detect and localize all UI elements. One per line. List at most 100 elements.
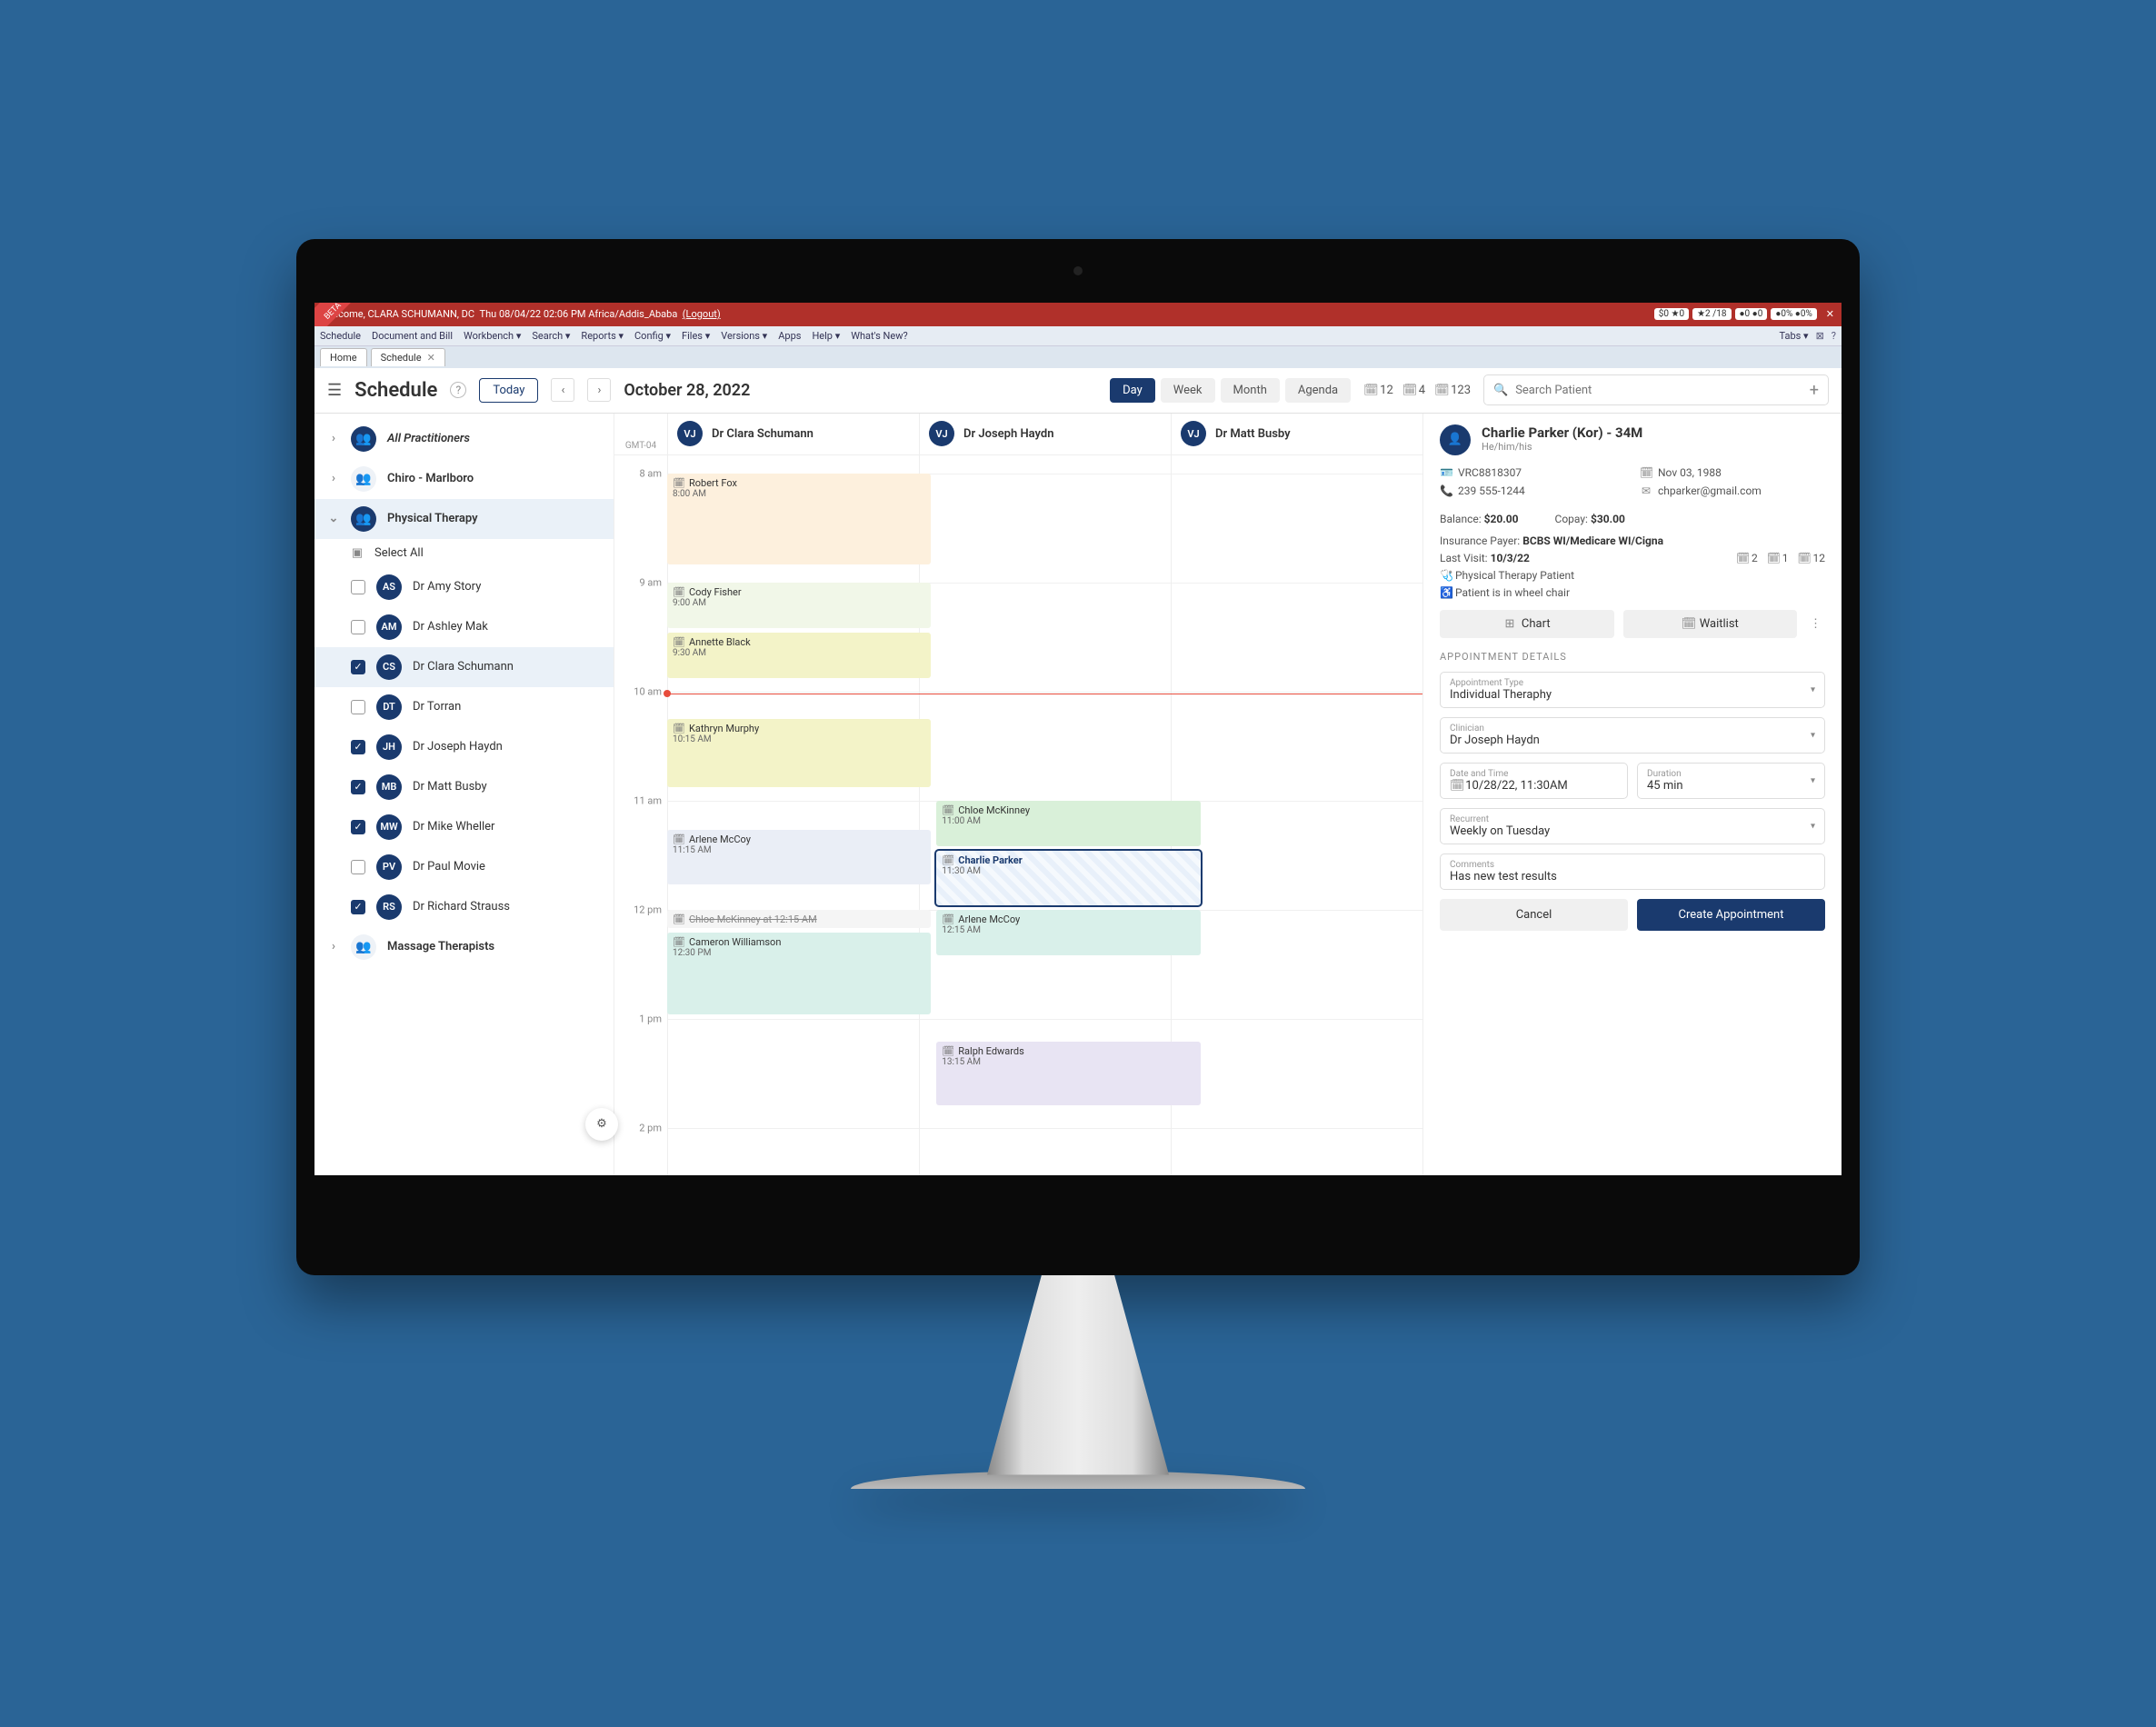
menu-files[interactable]: Files ▾ bbox=[682, 330, 710, 342]
practitioner-row[interactable]: AM Dr Ashley Mak bbox=[314, 607, 614, 647]
calendar-icon: 🗓 bbox=[1736, 552, 1749, 564]
appointment-time: 10:15 AM bbox=[673, 734, 925, 744]
practitioner-row[interactable]: DT Dr Torran bbox=[314, 687, 614, 727]
menubar: Schedule Document and Bill Workbench ▾ S… bbox=[314, 326, 1842, 346]
help-icon[interactable]: ? bbox=[450, 382, 466, 398]
sidebar-all-practitioners[interactable]: › 👥 All Practitioners bbox=[314, 419, 614, 459]
add-patient-icon[interactable]: + bbox=[1810, 381, 1819, 400]
practitioner-row[interactable]: PV Dr Paul Movie bbox=[314, 847, 614, 887]
search-input[interactable] bbox=[1515, 384, 1802, 397]
appointment-time: 9:30 AM bbox=[673, 648, 925, 658]
menu-workbench[interactable]: Workbench ▾ bbox=[464, 330, 521, 342]
menu-document-bill[interactable]: Document and Bill bbox=[372, 330, 453, 342]
chevron-down-icon: ▾ bbox=[1811, 730, 1815, 740]
appointment-block[interactable]: 🗓Chloe McKinney at 12:15 AM bbox=[667, 910, 931, 928]
checkbox[interactable] bbox=[351, 620, 365, 634]
appointment-time: 8:00 AM bbox=[673, 489, 925, 499]
view-month-button[interactable]: Month bbox=[1221, 378, 1280, 403]
datetime-field[interactable]: Date and Time 🗓 10/28/22, 11:30AM bbox=[1440, 763, 1628, 799]
appointment-block[interactable]: 🗓Chloe McKinney11:00 AM bbox=[936, 801, 1200, 846]
view-week-button[interactable]: Week bbox=[1161, 378, 1215, 403]
field-value: Dr Joseph Haydn bbox=[1450, 734, 1815, 747]
avatar: CS bbox=[376, 654, 402, 680]
appointment-block[interactable]: 🗓Robert Fox8:00 AM bbox=[667, 474, 931, 564]
view-day-button[interactable]: Day bbox=[1110, 378, 1155, 403]
menu-reports[interactable]: Reports ▾ bbox=[581, 330, 624, 342]
checkbox[interactable]: ✓ bbox=[351, 740, 365, 754]
banner-close-icon[interactable]: ✕ bbox=[1826, 308, 1834, 320]
avatar: VJ bbox=[677, 421, 703, 446]
today-button[interactable]: Today bbox=[479, 378, 538, 403]
menubar-help-icon[interactable]: ? bbox=[1832, 330, 1836, 342]
appointment-time: 11:30 AM bbox=[942, 866, 1194, 876]
menu-apps[interactable]: Apps bbox=[778, 330, 801, 342]
appointment-block[interactable]: 🗓Annette Black9:30 AM bbox=[667, 633, 931, 678]
calendar-icon: 🗓 bbox=[1767, 552, 1780, 564]
checkbox[interactable] bbox=[351, 700, 365, 714]
hamburger-icon[interactable]: ☰ bbox=[327, 381, 342, 400]
chart-button-label: Chart bbox=[1522, 617, 1551, 631]
menu-schedule[interactable]: Schedule bbox=[320, 330, 361, 342]
appointment-block[interactable]: 🗓Kathryn Murphy10:15 AM bbox=[667, 719, 931, 787]
comments-field[interactable]: Comments Has new test results bbox=[1440, 854, 1825, 890]
more-menu-button[interactable]: ⋮ bbox=[1806, 610, 1825, 638]
menu-tabs[interactable]: Tabs ▾ bbox=[1780, 330, 1809, 342]
tab-schedule[interactable]: Schedule ✕ bbox=[371, 348, 445, 366]
checkbox[interactable] bbox=[351, 580, 365, 594]
calendar-icon: 🗓 bbox=[673, 936, 685, 948]
practitioner-row[interactable]: ✓ MW Dr Mike Wheller bbox=[314, 807, 614, 847]
menu-search[interactable]: Search ▾ bbox=[532, 330, 570, 342]
appointment-type-field[interactable]: Appointment Type Individual Theraphy ▾ bbox=[1440, 672, 1825, 708]
practitioner-row[interactable]: ✓ CS Dr Clara Schumann bbox=[314, 647, 614, 687]
checkbox[interactable]: ✓ bbox=[351, 780, 365, 794]
waitlist-button[interactable]: 🗓Waitlist bbox=[1623, 610, 1798, 638]
select-all-row[interactable]: ▣ Select All bbox=[314, 539, 614, 567]
duration-field[interactable]: Duration 45 min ▾ bbox=[1637, 763, 1825, 799]
menu-config[interactable]: Config ▾ bbox=[634, 330, 671, 342]
cancel-button[interactable]: Cancel bbox=[1440, 899, 1628, 931]
tab-home[interactable]: Home bbox=[320, 348, 367, 366]
menu-whatsnew[interactable]: What's New? bbox=[851, 330, 907, 342]
menu-help[interactable]: Help ▾ bbox=[812, 330, 840, 342]
sidebar-chiro[interactable]: › 👥 Chiro - Marlboro bbox=[314, 459, 614, 499]
chart-button[interactable]: ⊞Chart bbox=[1440, 610, 1614, 638]
checkbox[interactable]: ✓ bbox=[351, 820, 365, 834]
checkbox[interactable] bbox=[351, 860, 365, 874]
select-all-label: Select All bbox=[374, 546, 424, 560]
clinician-field[interactable]: Clinician Dr Joseph Haydn ▾ bbox=[1440, 717, 1825, 754]
column-name-1: Dr Joseph Haydn bbox=[963, 427, 1054, 441]
practitioner-row[interactable]: AS Dr Amy Story bbox=[314, 567, 614, 607]
practitioner-row[interactable]: ✓ JH Dr Joseph Haydn bbox=[314, 727, 614, 767]
recurrent-field[interactable]: Recurrent Weekly on Tuesday ▾ bbox=[1440, 808, 1825, 844]
logout-link[interactable]: (Logout) bbox=[683, 308, 721, 320]
view-agenda-button[interactable]: Agenda bbox=[1285, 378, 1351, 403]
visits-a: 2 bbox=[1752, 552, 1758, 564]
appointment-block[interactable]: 🗓Arlene McCoy12:15 AM bbox=[936, 910, 1200, 955]
appointment-block[interactable]: 🗓Arlene McCoy11:15 AM bbox=[667, 830, 931, 884]
sidebar-massage[interactable]: › 👥 Massage Therapists bbox=[314, 927, 614, 967]
practitioner-row[interactable]: ✓ RS Dr Richard Strauss bbox=[314, 887, 614, 927]
menubar-close-icon[interactable]: ⊠ bbox=[1816, 330, 1824, 342]
appointment-block[interactable]: 🗓Cody Fisher9:00 AM bbox=[667, 583, 931, 628]
practitioner-row[interactable]: ✓ MB Dr Matt Busby bbox=[314, 767, 614, 807]
patient-search[interactable]: 🔍 + bbox=[1483, 374, 1829, 405]
sidebar-physical-therapy[interactable]: ⌄ 👥 Physical Therapy bbox=[314, 499, 614, 539]
tab-close-icon[interactable]: ✕ bbox=[427, 352, 435, 364]
appointment-block[interactable]: 🗓Cameron Williamson12:30 PM bbox=[667, 933, 931, 1014]
appointment-name: Charlie Parker bbox=[958, 854, 1022, 866]
checkbox[interactable]: ✓ bbox=[351, 660, 365, 674]
next-day-button[interactable]: › bbox=[587, 378, 611, 402]
prev-day-button[interactable]: ‹ bbox=[551, 378, 574, 402]
payer-value: BCBS WI/Medicare WI/Cigna bbox=[1522, 534, 1663, 547]
settings-gear-button[interactable]: ⚙ bbox=[585, 1108, 614, 1141]
appointment-block[interactable]: 🗓Charlie Parker11:30 AM bbox=[936, 851, 1200, 905]
checkbox[interactable]: ✓ bbox=[351, 900, 365, 914]
menu-versions[interactable]: Versions ▾ bbox=[721, 330, 767, 342]
calendar-icon: 🗓 bbox=[1450, 779, 1462, 793]
avatar: JH bbox=[376, 734, 402, 760]
column-head-0: VJ Dr Clara Schumann bbox=[667, 414, 919, 454]
create-appointment-button[interactable]: Create Appointment bbox=[1637, 899, 1825, 931]
appointment-block[interactable]: 🗓Ralph Edwards13:15 AM bbox=[936, 1042, 1200, 1105]
calendar-icon: 🗓 bbox=[673, 477, 685, 489]
group-icon: 👥 bbox=[351, 934, 376, 960]
